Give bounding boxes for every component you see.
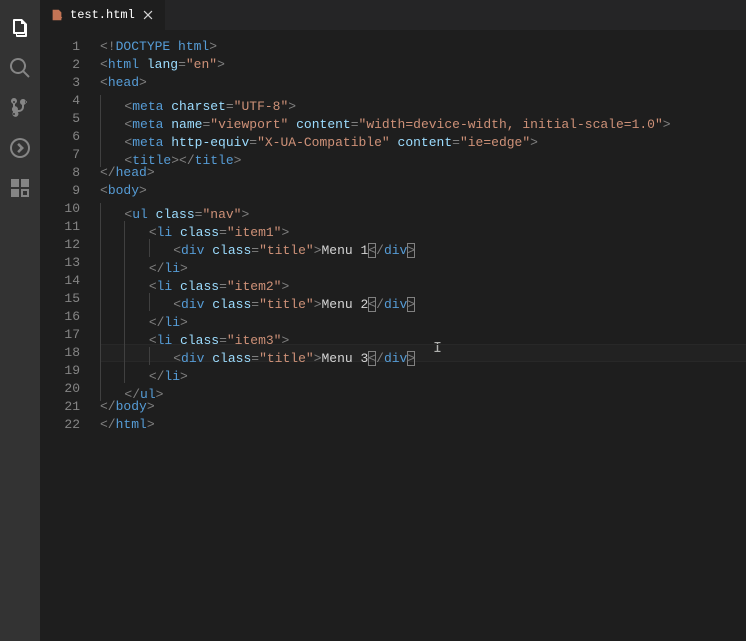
- code-line[interactable]: <head>: [100, 74, 746, 92]
- code-line[interactable]: <li class="item2">: [100, 272, 746, 290]
- line-number: 19: [40, 362, 80, 380]
- gutter: 12345678910111213141516171819202122: [40, 30, 100, 641]
- line-number: 21: [40, 398, 80, 416]
- line-number: 10: [40, 200, 80, 218]
- line-number: 18: [40, 344, 80, 362]
- html-file-icon: [50, 8, 64, 22]
- code-line[interactable]: <!DOCTYPE html>: [100, 38, 746, 56]
- code-line[interactable]: </head>: [100, 164, 746, 182]
- line-number: 9: [40, 182, 80, 200]
- code-line[interactable]: </li>: [100, 254, 746, 272]
- line-number: 14: [40, 272, 80, 290]
- code-line[interactable]: <body>: [100, 182, 746, 200]
- line-number: 8: [40, 164, 80, 182]
- code-line[interactable]: <meta http-equiv="X-UA-Compatible" conte…: [100, 128, 746, 146]
- line-number: 13: [40, 254, 80, 272]
- line-number: 4: [40, 92, 80, 110]
- editor[interactable]: 12345678910111213141516171819202122 I <!…: [40, 30, 746, 641]
- tabs-bar: test.html: [40, 0, 746, 30]
- code-line[interactable]: <li class="item1">: [100, 218, 746, 236]
- line-number: 7: [40, 146, 80, 164]
- code-line[interactable]: <li class="item3">: [100, 326, 746, 344]
- line-number: 12: [40, 236, 80, 254]
- code-line[interactable]: </li>: [100, 308, 746, 326]
- close-icon[interactable]: [141, 8, 155, 22]
- code-line[interactable]: <div class="title">Menu 2</div>: [100, 290, 746, 308]
- line-number: 2: [40, 56, 80, 74]
- explorer-icon[interactable]: [0, 8, 40, 48]
- tab-label: test.html: [70, 8, 135, 22]
- code-line[interactable]: </li>: [100, 362, 746, 380]
- line-number: 5: [40, 110, 80, 128]
- code-line[interactable]: </html>: [100, 416, 746, 434]
- line-number: 20: [40, 380, 80, 398]
- code-area[interactable]: I <!DOCTYPE html><html lang="en"><head> …: [100, 30, 746, 641]
- search-icon[interactable]: [0, 48, 40, 88]
- debug-icon[interactable]: [0, 128, 40, 168]
- code-line[interactable]: <meta charset="UTF-8">: [100, 92, 746, 110]
- extensions-icon[interactable]: [0, 168, 40, 208]
- line-number: 11: [40, 218, 80, 236]
- line-number: 16: [40, 308, 80, 326]
- line-number: 17: [40, 326, 80, 344]
- code-line[interactable]: <title></title>: [100, 146, 746, 164]
- line-number: 15: [40, 290, 80, 308]
- code-line[interactable]: <html lang="en">: [100, 56, 746, 74]
- editor-group: test.html 123456789101112131415161718192…: [40, 0, 746, 641]
- code-line[interactable]: <ul class="nav">: [100, 200, 746, 218]
- line-number: 22: [40, 416, 80, 434]
- scm-icon[interactable]: [0, 88, 40, 128]
- line-number: 1: [40, 38, 80, 56]
- line-number: 3: [40, 74, 80, 92]
- code-line[interactable]: <meta name="viewport" content="width=dev…: [100, 110, 746, 128]
- code-line[interactable]: <div class="title">Menu 3</div>: [100, 344, 746, 362]
- code-line[interactable]: <div class="title">Menu 1</div>: [100, 236, 746, 254]
- line-number: 6: [40, 128, 80, 146]
- code-line[interactable]: </ul>: [100, 380, 746, 398]
- activity-bar: [0, 0, 40, 641]
- tab-test-html[interactable]: test.html: [40, 0, 166, 30]
- code-line[interactable]: </body>: [100, 398, 746, 416]
